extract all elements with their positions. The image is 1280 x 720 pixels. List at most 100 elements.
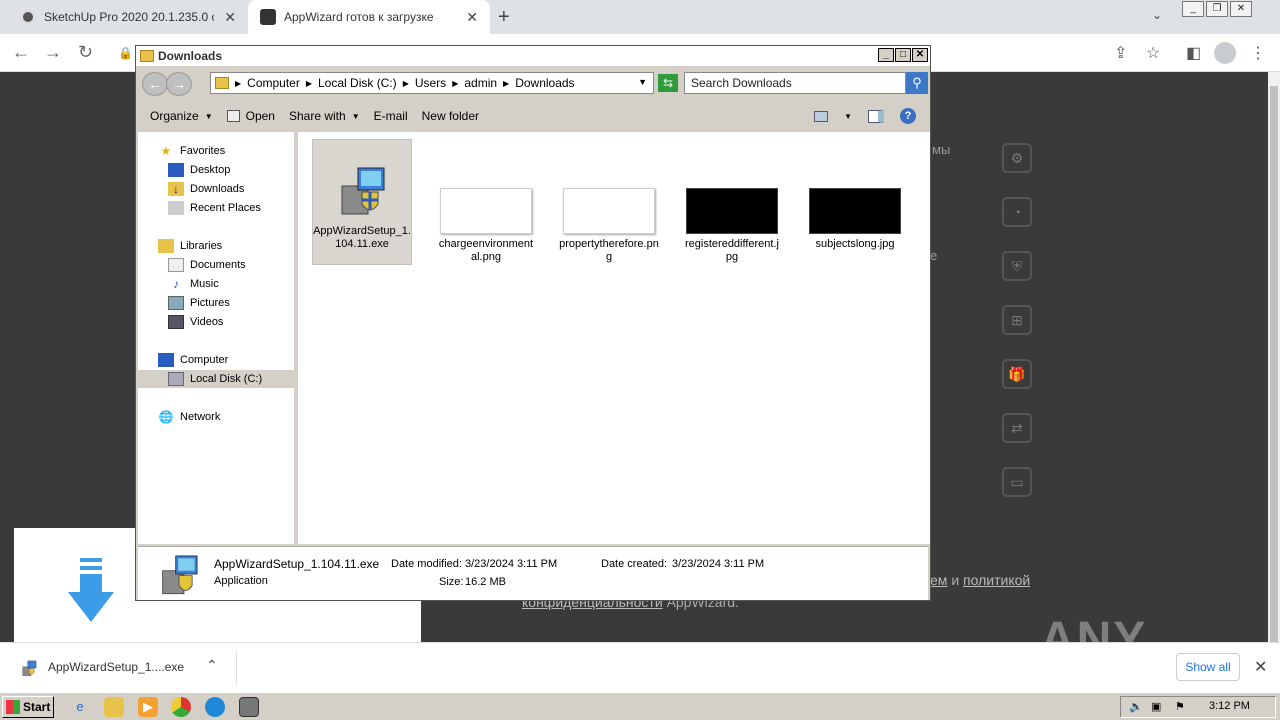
image-thumbnail xyxy=(563,188,655,234)
view-dropdown-icon[interactable]: ▼ xyxy=(844,112,852,121)
change-view-icon[interactable] xyxy=(814,110,829,122)
privacy-link[interactable]: политикой xyxy=(963,572,1030,588)
nav-desktop[interactable]: Desktop xyxy=(168,161,230,179)
search-icon[interactable]: ⚲ xyxy=(906,72,928,94)
breadcrumb-computer[interactable]: Computer xyxy=(247,76,300,90)
internet-explorer-icon[interactable]: e xyxy=(70,697,90,717)
nav-favorites[interactable]: ★ Favorites xyxy=(158,142,226,160)
file-item-png[interactable]: chargeenvironmental.png xyxy=(436,188,536,264)
nav-recent-places[interactable]: Recent Places xyxy=(168,199,261,217)
clock[interactable]: 3:12 PM xyxy=(1209,700,1250,712)
share-icon[interactable]: ⇪ xyxy=(1114,43,1127,63)
nav-computer[interactable]: Computer xyxy=(158,351,228,369)
forward-arrow-icon[interactable]: → xyxy=(44,42,62,63)
back-arrow-icon[interactable]: ← xyxy=(12,42,30,63)
close-icon[interactable]: ✕ xyxy=(1230,1,1252,17)
nav-music[interactable]: ♪ Music xyxy=(168,275,219,293)
tab-appwizard[interactable]: AppWizard готов к загрузке ✕ xyxy=(248,0,490,34)
breadcrumb-separator-icon[interactable]: ▶ xyxy=(403,79,409,88)
nav-label: Music xyxy=(190,278,219,290)
start-button[interactable]: Start xyxy=(2,696,54,718)
explorer-title-bar[interactable]: Downloads _ □ ✕ xyxy=(136,46,930,66)
nav-documents[interactable]: Documents xyxy=(168,256,246,274)
edge-icon[interactable] xyxy=(205,697,225,717)
installer-icon xyxy=(22,660,37,676)
download-filename[interactable]: AppWizardSetup_1....exe xyxy=(48,660,184,674)
close-tab-icon[interactable]: ✕ xyxy=(224,9,236,26)
new-folder-button[interactable]: New folder xyxy=(422,109,479,123)
media-player-icon[interactable]: ▶ xyxy=(138,697,158,717)
breadcrumb-downloads[interactable]: Downloads xyxy=(515,76,574,90)
legal-link[interactable]: ем xyxy=(930,572,947,588)
close-icon[interactable]: ✕ xyxy=(1254,657,1267,677)
profile-avatar[interactable] xyxy=(1214,42,1236,64)
address-dropdown-icon[interactable]: ▼ xyxy=(638,77,647,87)
scrollbar-thumb[interactable] xyxy=(1270,86,1278,686)
open-button[interactable]: Open xyxy=(226,109,275,123)
file-item-jpg[interactable]: registereddifferent.jpg xyxy=(682,188,782,264)
volume-icon[interactable]: 🔈 xyxy=(1129,700,1143,713)
restore-icon[interactable]: ❐ xyxy=(1206,1,1228,17)
nav-label: Favorites xyxy=(180,145,226,157)
download-shelf: AppWizardSetup_1....exe ⌃ Show all ✕ xyxy=(0,642,1280,692)
file-item-jpg[interactable]: subjectslong.jpg xyxy=(805,188,905,251)
share-with-button[interactable]: Share with ▼ xyxy=(289,109,360,123)
nav-label: Pictures xyxy=(190,297,230,309)
back-arrow-icon[interactable]: ← xyxy=(142,72,168,96)
translate-icon: ⇄ xyxy=(1002,413,1032,443)
bookmark-star-icon[interactable]: ☆ xyxy=(1146,43,1160,63)
breadcrumb-separator-icon[interactable]: ▶ xyxy=(235,79,241,88)
chrome-icon[interactable] xyxy=(171,697,191,717)
side-panel-icon[interactable]: ◧ xyxy=(1186,43,1201,63)
file-item-png[interactable]: propertytherefore.png xyxy=(559,188,659,264)
maximize-icon[interactable]: □ xyxy=(895,48,911,62)
nav-downloads[interactable]: ↓ Downloads xyxy=(168,180,244,198)
breadcrumb-local-disk[interactable]: Local Disk (C:) xyxy=(318,76,397,90)
forward-arrow-icon[interactable]: → xyxy=(166,72,192,96)
email-button[interactable]: E-mail xyxy=(374,109,408,123)
lock-icon[interactable]: 🔒 xyxy=(118,46,133,60)
window-controls: _ ❐ ✕ xyxy=(1182,1,1252,17)
close-tab-icon[interactable]: ✕ xyxy=(466,9,478,26)
nav-label: Libraries xyxy=(180,240,223,252)
file-item-exe[interactable]: AppWizardSetup_1.104.11.exe xyxy=(312,139,412,265)
tab-search-chevron-icon[interactable]: ⌄ xyxy=(1152,8,1162,22)
show-all-button[interactable]: Show all xyxy=(1176,653,1240,681)
preview-pane-icon[interactable] xyxy=(868,109,884,123)
minimize-icon[interactable]: _ xyxy=(878,48,894,62)
breadcrumb-separator-icon[interactable]: ▶ xyxy=(503,79,509,88)
nav-videos[interactable]: Videos xyxy=(168,313,223,331)
tab-title: AppWizard готов к загрузке xyxy=(284,10,434,24)
open-icon xyxy=(226,110,240,122)
minimize-icon[interactable]: _ xyxy=(1182,1,1204,17)
breadcrumb-separator-icon[interactable]: ▶ xyxy=(306,79,312,88)
help-icon[interactable]: ? xyxy=(900,108,916,124)
nav-network[interactable]: 🌐 Network xyxy=(158,408,221,426)
reload-icon[interactable]: ↻ xyxy=(78,42,93,63)
installer-taskbar-icon[interactable] xyxy=(239,697,259,717)
address-bar[interactable]: ▶ Computer ▶ Local Disk (C:) ▶ Users ▶ a… xyxy=(210,72,654,94)
breadcrumb-admin[interactable]: admin xyxy=(464,76,497,90)
nav-pictures[interactable]: Pictures xyxy=(168,294,230,312)
network-tray-icon[interactable]: ▣ xyxy=(1151,700,1161,713)
monitor-icon: ▭ xyxy=(1002,467,1032,497)
nav-libraries[interactable]: Libraries xyxy=(158,237,222,255)
organize-button[interactable]: Organize ▼ xyxy=(150,109,213,123)
breadcrumb-separator-icon[interactable]: ▶ xyxy=(452,79,458,88)
nav-local-disk[interactable]: Local Disk (C:) xyxy=(138,370,294,388)
file-name: chargeenvironmental.png xyxy=(438,238,534,263)
menu-kebab-icon[interactable]: ⋮ xyxy=(1250,43,1266,63)
breadcrumb-users[interactable]: Users xyxy=(415,76,446,90)
page-scrollbar[interactable] xyxy=(1268,72,1280,686)
file-explorer-icon[interactable] xyxy=(104,697,124,717)
refresh-icon[interactable]: ⇆ xyxy=(658,74,678,92)
file-name: AppWizardSetup_1.104.11.exe xyxy=(313,225,411,250)
chevron-up-icon[interactable]: ⌃ xyxy=(206,657,218,674)
folder-icon xyxy=(140,50,154,62)
flag-icon[interactable]: ⚑ xyxy=(1175,700,1185,713)
new-tab-button[interactable]: + xyxy=(498,6,510,29)
close-icon[interactable]: ✕ xyxy=(912,48,928,62)
tab-sketchup[interactable]: SketchUp Pro 2020 20.1.235.0 скачать ✕ xyxy=(8,0,248,34)
search-input[interactable]: Search Downloads xyxy=(684,72,906,94)
start-label: Start xyxy=(23,700,51,714)
